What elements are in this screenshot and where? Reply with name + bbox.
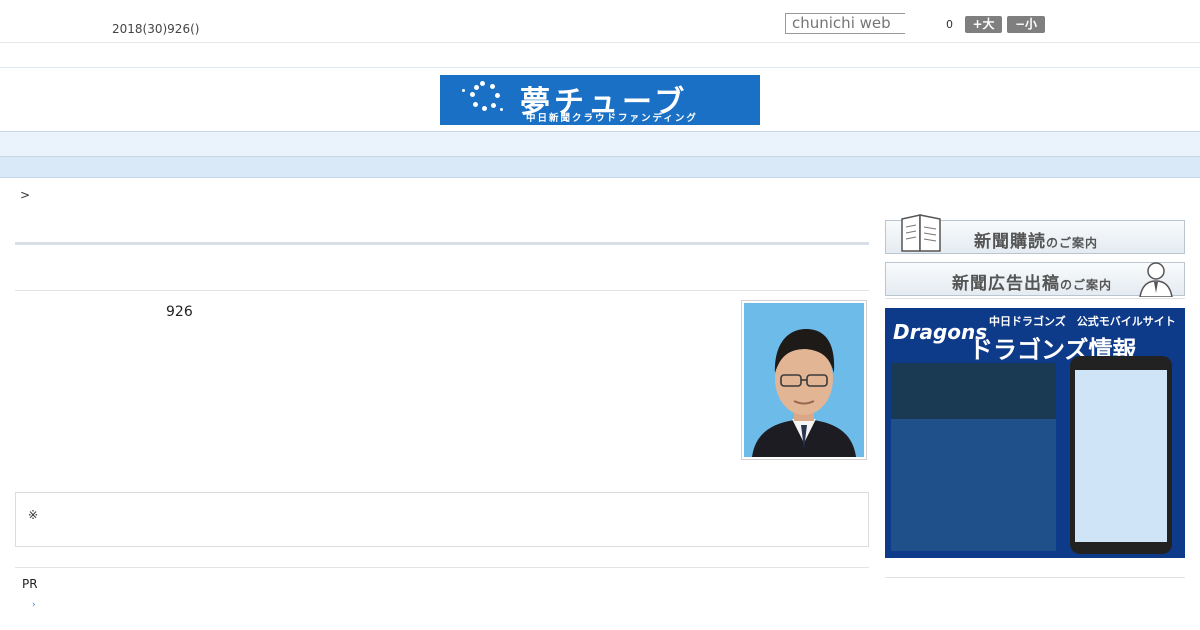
pr-label: PR [22,577,38,591]
subscription-guide-button[interactable]: 新聞購読のご案内 [885,214,1185,254]
note-mark: ※ [28,508,39,522]
top-bar: 2018(30)926() 0 +大 −小 [0,0,1200,43]
advertising-guide-button[interactable]: 新聞広告出稿のご案内 [885,262,1185,297]
date-text: 2018(30)926() [112,22,200,36]
breadcrumb[interactable]: > [20,188,30,202]
sub-nav [0,157,1200,178]
advertising-guide-label: 新聞広告出稿のご案内 [952,274,1113,294]
person-icon [1139,262,1173,297]
portrait-photo [741,300,867,460]
divider [0,67,1200,68]
main-nav [0,131,1200,157]
yume-tube-banner[interactable]: 夢チューブ 中日新聞クラウドファンディング [440,75,760,125]
headline-divider [15,242,869,245]
subscription-guide-label: 新聞購読のご案内 [974,232,1099,252]
font-larger-button[interactable]: +大 [965,16,1002,33]
article-number: 926 [166,304,193,320]
divider [15,290,869,291]
divider [15,567,869,568]
banner-subtitle: 中日新聞クラウドファンディング [526,113,698,124]
person-portrait-icon [744,303,864,457]
divider [885,298,1185,299]
dragons-mobile-ad[interactable]: Dragons 中日ドラゴンズ 公式モバイルサイト ドラゴンズ情報 [885,308,1185,558]
note-box: ※ [15,492,869,547]
search-input[interactable] [785,13,905,34]
scoreboard-image [891,363,1056,419]
ad-tagline: 中日ドラゴンズ 公式モバイルサイト [989,315,1176,328]
phone-screen-image [1075,370,1167,542]
pr-link-arrow-icon[interactable]: › [32,600,36,610]
divider [885,577,1185,578]
font-smaller-button[interactable]: −小 [1007,16,1045,33]
font-size-value: 0 [946,18,953,31]
newspaper-icon [901,214,941,252]
